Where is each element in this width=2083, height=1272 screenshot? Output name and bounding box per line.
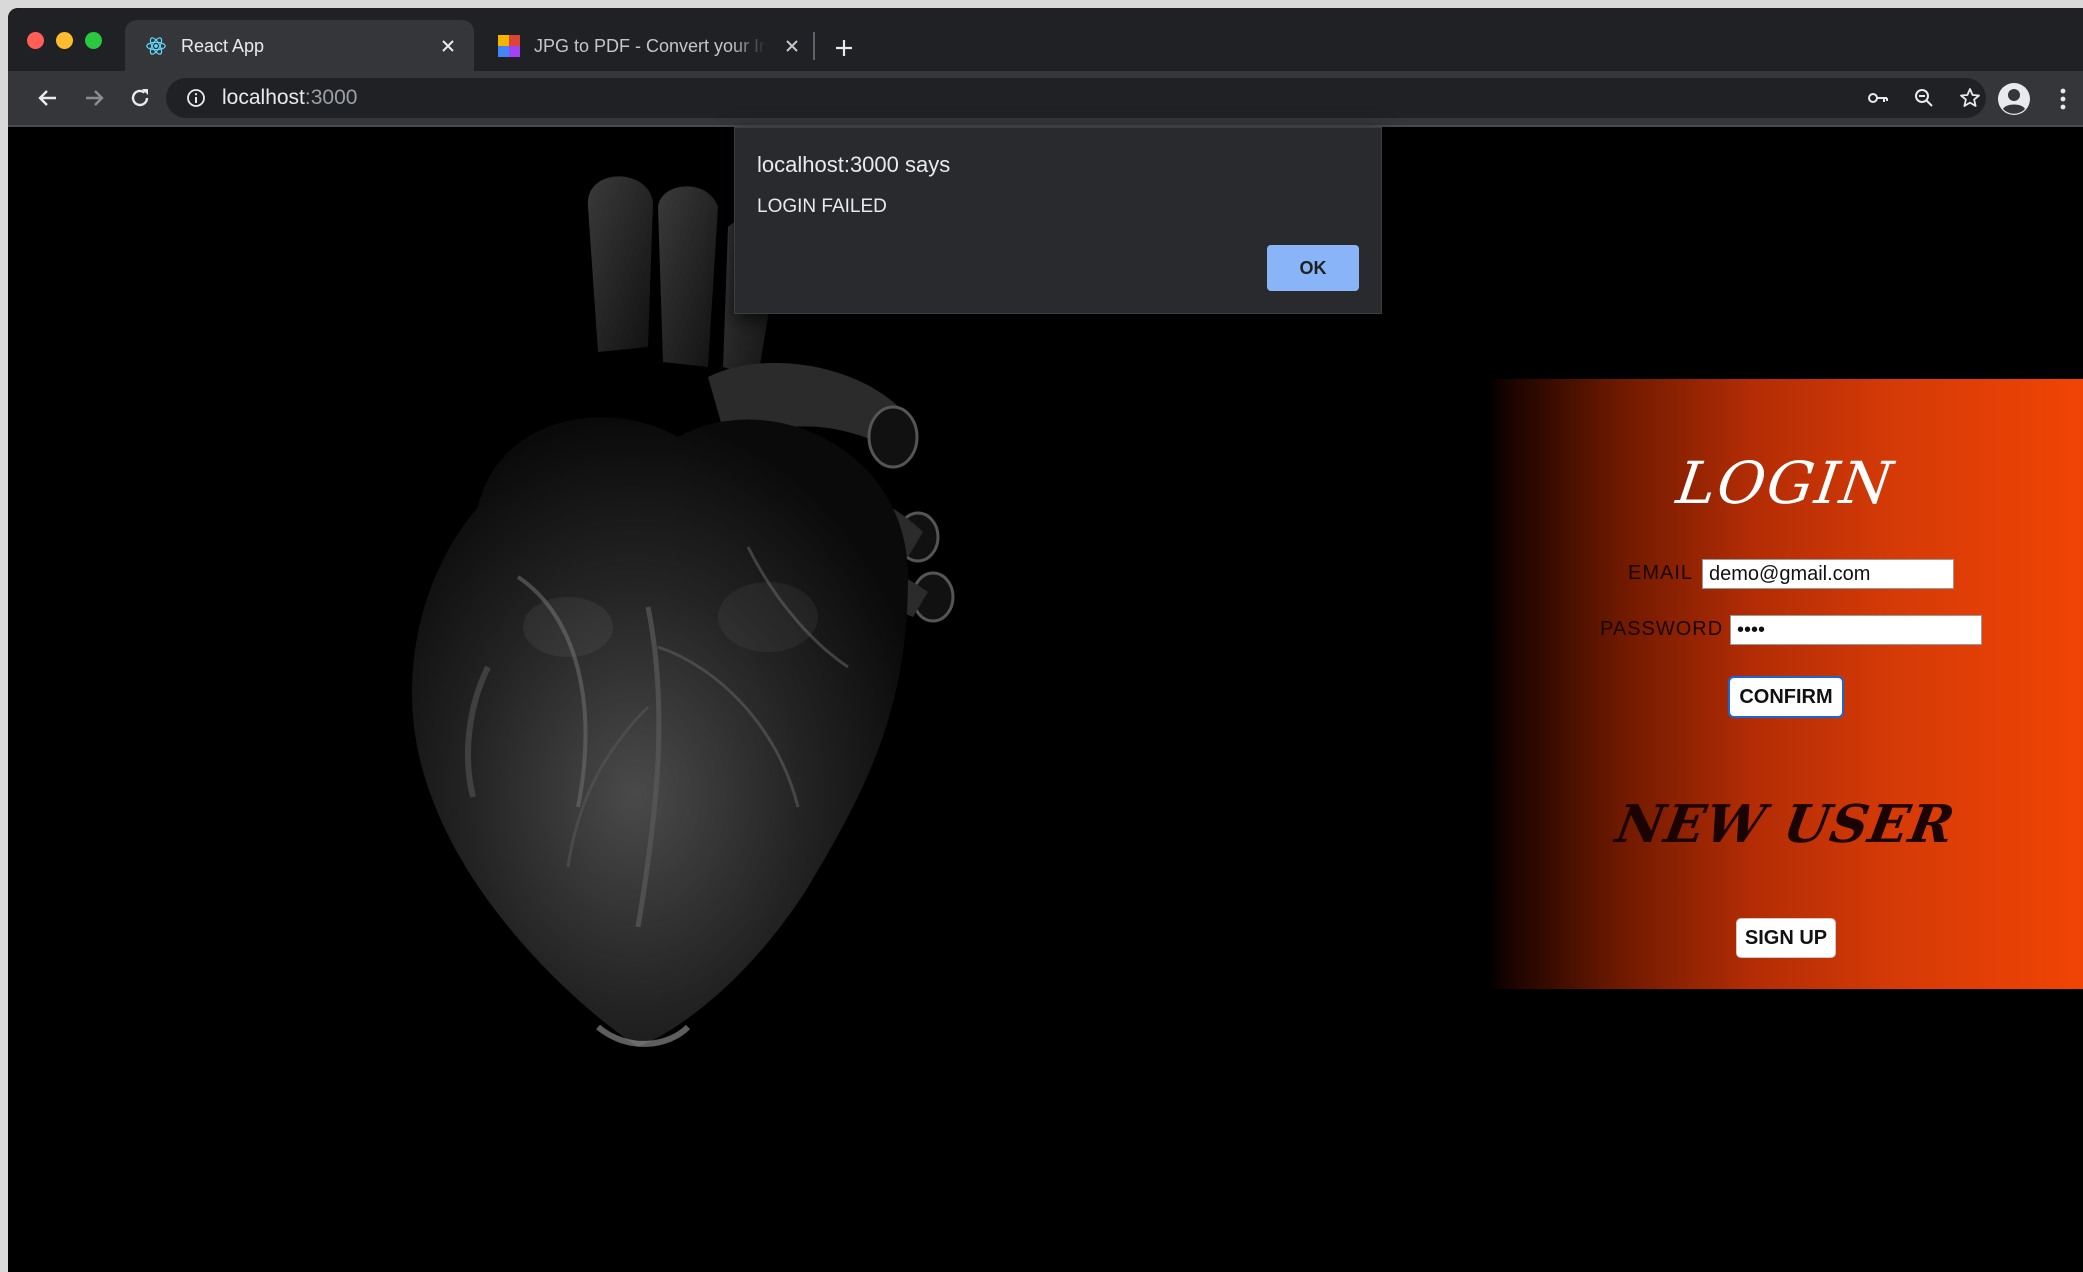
dialog-message: LOGIN FAILED	[757, 196, 887, 217]
alert-dialog: localhost:3000 says LOGIN FAILED OK	[734, 127, 1382, 314]
url-text[interactable]: localhost:3000	[222, 87, 357, 109]
reload-icon	[131, 89, 149, 107]
tab-title: React App	[181, 36, 265, 56]
menu-icon[interactable]	[2054, 82, 2072, 116]
url-host: localhost	[222, 86, 305, 109]
close-icon[interactable]	[780, 34, 804, 58]
tab-title: JPG to PDF - Convert your Images	[534, 36, 766, 56]
tab-separator	[813, 32, 815, 60]
email-field[interactable]	[1702, 559, 1954, 589]
ok-button[interactable]: OK	[1267, 245, 1359, 291]
confirm-button[interactable]: CONFIRM	[1728, 676, 1844, 718]
key-icon[interactable]	[1866, 86, 1890, 110]
browser-toolbar: localhost:3000	[8, 71, 2083, 127]
new-tab-button[interactable]	[830, 34, 858, 62]
dialog-title: localhost:3000 says	[757, 152, 951, 177]
jpg2pdf-logo-icon	[498, 35, 520, 57]
password-label: PASSWORD	[1600, 618, 1724, 640]
zoom-icon[interactable]	[1912, 86, 1936, 110]
email-label: EMAIL	[1628, 562, 1694, 584]
new-user-title: NEW USER	[1611, 794, 1960, 855]
window-minimize-button[interactable]	[56, 32, 73, 49]
browser-window: React App JPG to PDF - Convert your Imag…	[8, 8, 2083, 1272]
plus-icon	[836, 40, 852, 56]
reload-button[interactable]	[124, 82, 156, 114]
password-field[interactable]	[1730, 615, 1982, 645]
tab-react-app[interactable]: React App	[125, 20, 474, 71]
login-title: LOGIN	[1672, 449, 1899, 517]
tab-strip: React App JPG to PDF - Convert your Imag…	[8, 8, 2083, 71]
url-port: :3000	[304, 86, 358, 109]
star-icon[interactable]	[1958, 86, 1982, 110]
login-panel: LOGIN EMAIL PASSWORD CONFIRM NEW USER SI…	[1488, 379, 2083, 989]
window-close-button[interactable]	[27, 32, 44, 49]
forward-button[interactable]	[78, 82, 110, 114]
back-arrow-icon	[38, 90, 56, 106]
react-logo-icon	[146, 37, 166, 55]
back-button[interactable]	[32, 82, 64, 114]
profile-icon[interactable]	[1997, 82, 2031, 116]
window-zoom-button[interactable]	[85, 32, 102, 49]
tab-jpg-to-pdf[interactable]: JPG to PDF - Convert your Images	[478, 20, 818, 71]
close-icon[interactable]	[436, 34, 460, 58]
info-icon[interactable]	[186, 88, 206, 108]
address-bar[interactable]: localhost:3000	[166, 78, 1986, 118]
sign-up-button[interactable]: SIGN UP	[1736, 918, 1836, 958]
forward-arrow-icon	[86, 90, 104, 106]
